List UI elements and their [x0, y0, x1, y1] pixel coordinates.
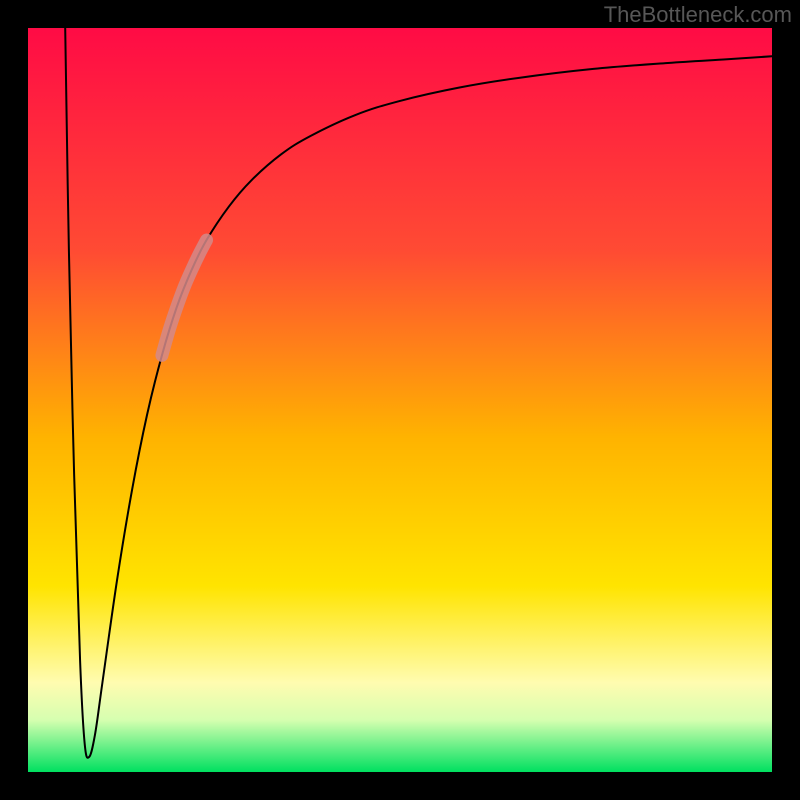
- watermark-text: TheBottleneck.com: [604, 2, 792, 28]
- chart-frame: TheBottleneck.com: [0, 0, 800, 800]
- bottleneck-chart: [0, 0, 800, 800]
- plot-background: [28, 28, 772, 772]
